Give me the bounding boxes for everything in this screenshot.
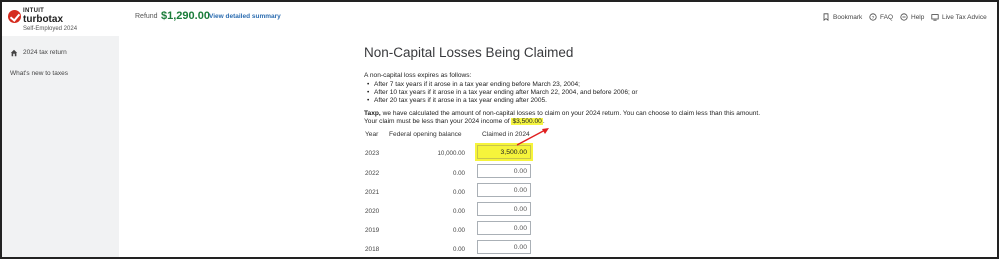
refund-amount: $1,290.00 bbox=[161, 10, 210, 22]
sidebar-item-tax-return[interactable]: 2024 tax return bbox=[2, 49, 119, 57]
app-window: INTUIT turbotax Self-Employed 2024 2024 … bbox=[0, 0, 999, 259]
column-header-year: Year bbox=[365, 131, 379, 138]
row-balance: 0.00 bbox=[452, 208, 465, 215]
row-balance: 0.00 bbox=[452, 246, 465, 253]
explanation-end: . bbox=[542, 118, 545, 126]
explanation-paragraph: Taxp, we have calculated the amount of n… bbox=[364, 110, 764, 126]
main-content: Non-Capital Losses Being Claimed A non-c… bbox=[119, 36, 997, 257]
sidebar-item-label: What's new to taxes bbox=[10, 70, 68, 77]
row-year: 2018 bbox=[365, 246, 380, 253]
claimed-amount-input[interactable]: 0.00 bbox=[477, 202, 531, 216]
bookmark-label: Bookmark bbox=[833, 13, 863, 21]
intro-text: A non-capital loss expires as follows: bbox=[364, 72, 472, 79]
row-balance: 0.00 bbox=[452, 189, 465, 196]
faq-icon: ? bbox=[869, 13, 877, 21]
live-advice-label: Live Tax Advice bbox=[942, 13, 987, 21]
claimed-amount-input[interactable]: 0.00 bbox=[477, 164, 531, 178]
row-year: 2020 bbox=[365, 208, 380, 215]
faq-button[interactable]: ? FAQ bbox=[869, 13, 893, 21]
row-year: 2021 bbox=[365, 189, 380, 196]
row-year: 2023 bbox=[365, 150, 380, 157]
row-year: 2019 bbox=[365, 227, 380, 234]
sidebar-item-whats-new[interactable]: What's new to taxes bbox=[2, 70, 119, 77]
column-header-claimed: Claimed in 2024 bbox=[482, 131, 530, 138]
help-label: Help bbox=[911, 13, 925, 21]
home-icon bbox=[10, 49, 18, 57]
explanation-text: we have calculated the amount of non-cap… bbox=[364, 110, 761, 126]
annotation-arrow bbox=[516, 128, 549, 146]
income-amount-highlight: $3,500.00 bbox=[511, 118, 543, 126]
row-balance: 0.00 bbox=[452, 170, 465, 177]
page-title: Non-Capital Losses Being Claimed bbox=[364, 45, 574, 60]
list-item: After 20 tax years if it arose in a tax … bbox=[367, 97, 638, 105]
row-balance: 0.00 bbox=[452, 227, 465, 234]
column-header-balance: Federal opening balance bbox=[389, 131, 462, 138]
help-button[interactable]: Help bbox=[900, 13, 924, 21]
help-icon bbox=[900, 13, 908, 21]
bookmark-button[interactable]: Bookmark bbox=[822, 13, 862, 21]
brand-product: turbotax bbox=[23, 14, 63, 25]
row-balance: 10,000.00 bbox=[437, 150, 465, 157]
refund-label: Refund bbox=[135, 13, 158, 20]
claimed-amount-input[interactable]: 3,500.00 bbox=[477, 145, 531, 159]
bookmark-icon bbox=[823, 13, 829, 21]
claimed-amount-input[interactable]: 0.00 bbox=[477, 240, 531, 254]
view-summary-link[interactable]: View detailed summary bbox=[209, 13, 281, 20]
list-item: After 10 tax years if it arose in a tax … bbox=[367, 89, 638, 97]
faq-label: FAQ bbox=[880, 13, 894, 21]
list-item: After 7 tax years if it arose in a tax y… bbox=[367, 81, 638, 89]
svg-text:?: ? bbox=[872, 15, 875, 21]
live-advice-icon bbox=[931, 14, 939, 21]
brand-edition: Self-Employed 2024 bbox=[23, 26, 78, 32]
claimed-amount-input[interactable]: 0.00 bbox=[477, 221, 531, 235]
expiry-rules-list: After 7 tax years if it arose in a tax y… bbox=[367, 81, 638, 106]
turbotax-check-icon bbox=[8, 10, 21, 23]
row-year: 2022 bbox=[365, 170, 380, 177]
sidebar: INTUIT turbotax Self-Employed 2024 2024 … bbox=[2, 2, 119, 257]
header-bar: Refund $1,290.00 View detailed summary B… bbox=[119, 2, 997, 36]
live-tax-advice-button[interactable]: Live Tax Advice bbox=[931, 13, 987, 21]
claimed-amount-input[interactable]: 0.00 bbox=[477, 183, 531, 197]
taxpayer-name: Taxp, bbox=[364, 110, 381, 117]
sidebar-item-label: 2024 tax return bbox=[23, 49, 67, 56]
brand-logo[interactable]: INTUIT turbotax Self-Employed 2024 bbox=[2, 2, 119, 36]
